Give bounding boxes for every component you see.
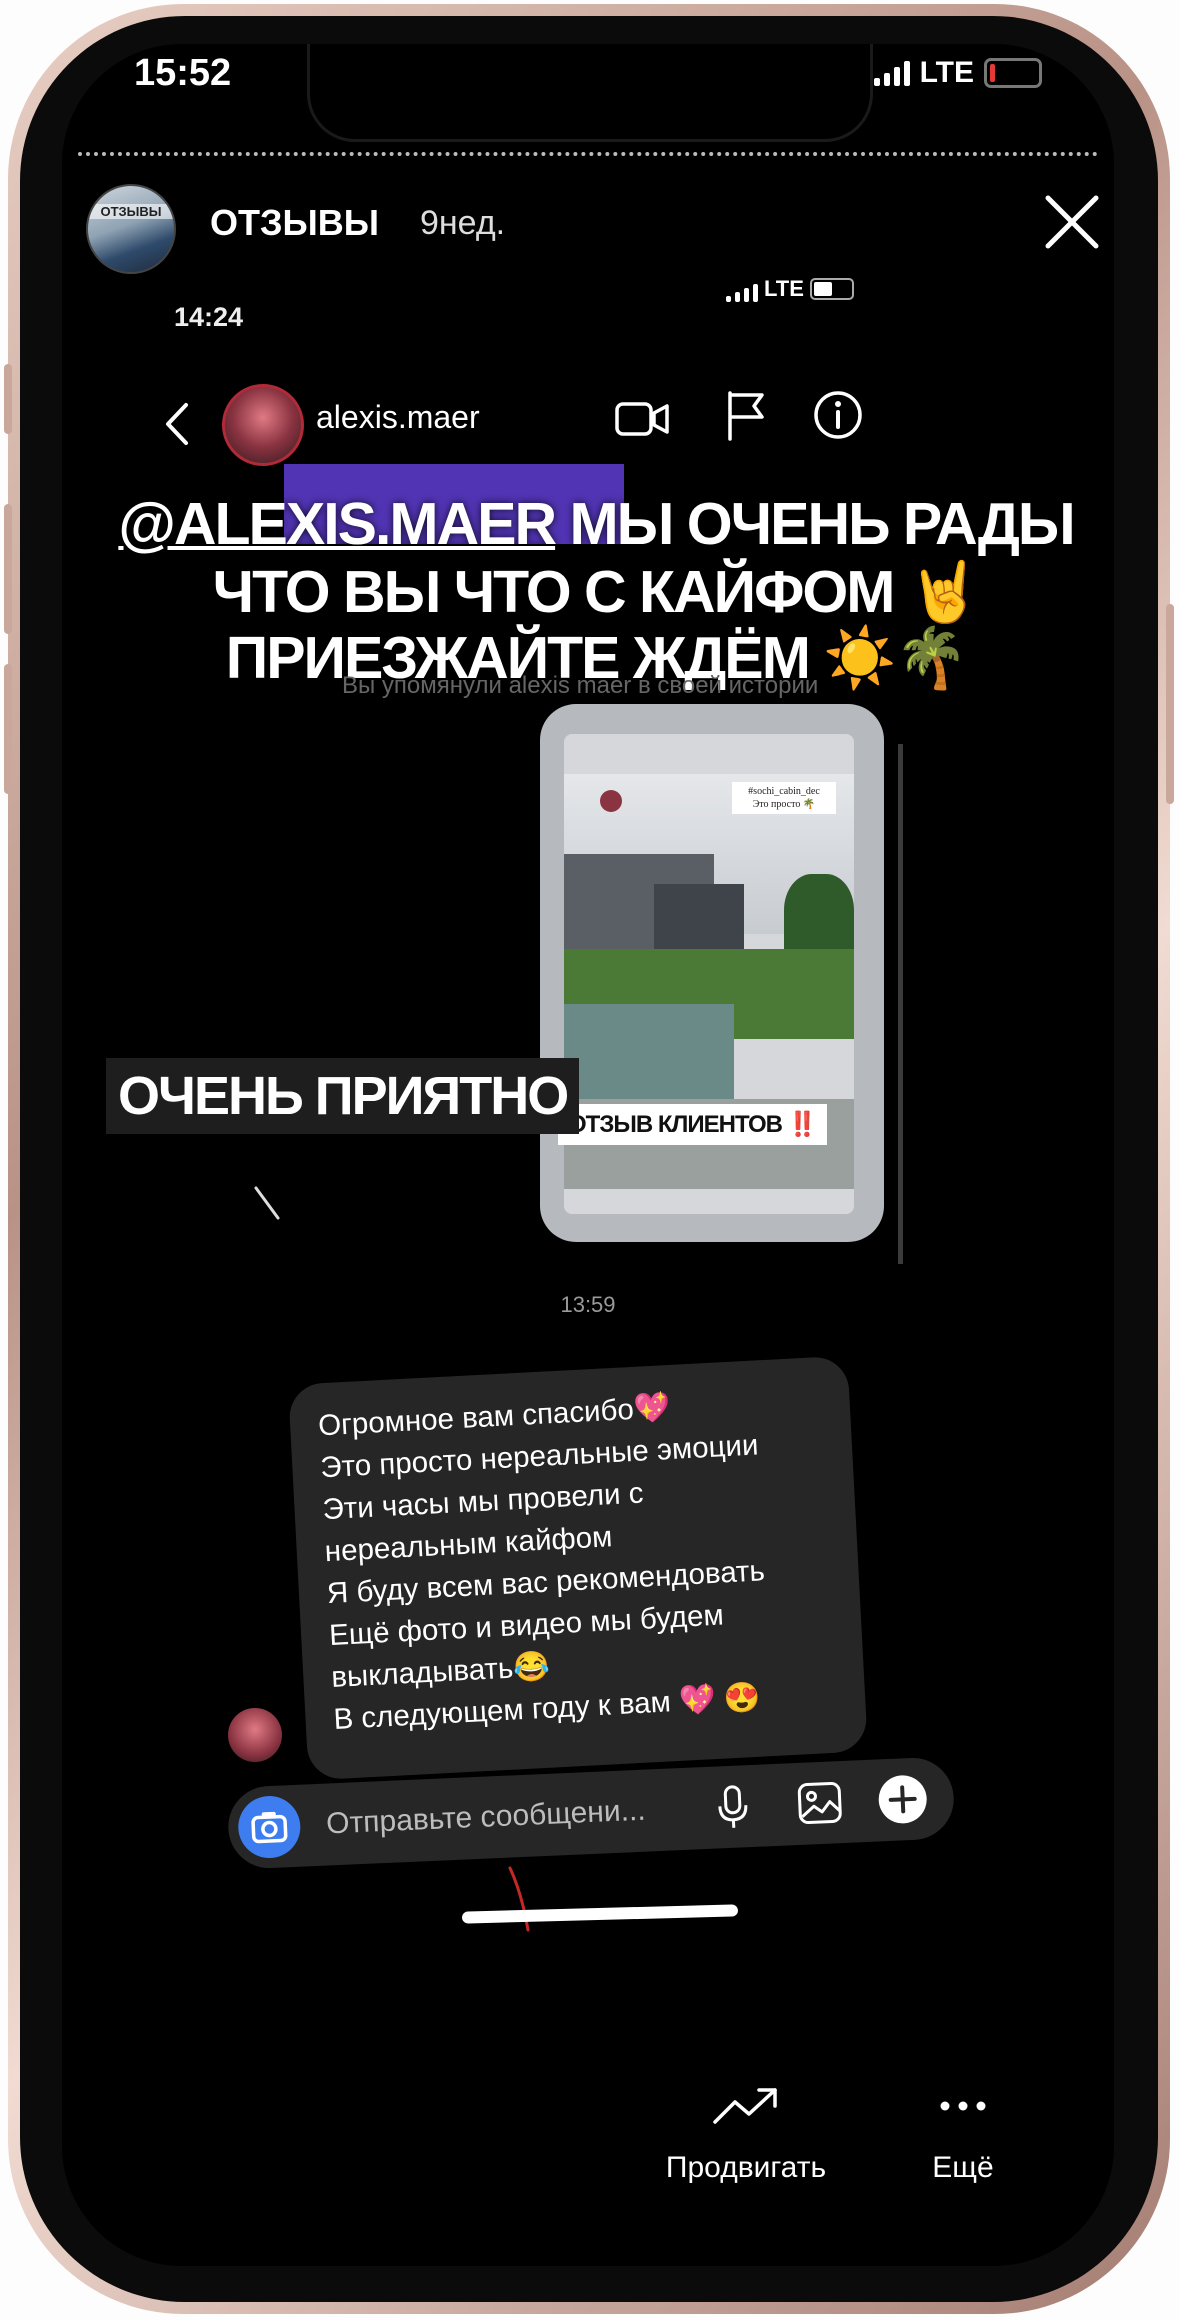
mention-note: Вы упомянули alexis maer в своей истории [342,672,819,699]
status-time: 15:52 [134,52,232,94]
more-dots-icon [940,2101,986,2111]
sender-avatar [228,1708,282,1762]
notch [307,44,873,142]
divider [898,744,903,1264]
info-icon [814,391,862,439]
caption-line-1-rest: МЫ ОЧЕНЬ РАДЫ [555,491,1075,557]
back-chevron-icon [166,403,188,445]
message-timestamp: 13:59 [560,1292,616,1317]
story-username[interactable]: ОТЗЫВЫ [210,202,379,244]
caption-line-1: @ALEXIS.MAER МЫ ОЧЕНЬ РАДЫ [104,490,1088,558]
trending-up-icon [713,2088,777,2124]
message-bubble: Огромное вам спасибо💖 Это просто нереаль… [288,1355,868,1781]
power-button [1166,604,1174,804]
caption-line-2: ЧТО ВЫ ЧТО С КАЙФОМ 🤘 [212,559,982,625]
shared-story-avatar [600,790,622,812]
more-button[interactable]: Ещё [908,2086,1018,2185]
status-indicators: LTE [873,56,1042,90]
chat-username: alexis.maer [316,399,480,435]
shared-story-card[interactable]: #sochi_cabin_dec Это просто 🌴 ОТЗЫВ КЛИЕ… [540,704,884,1242]
network-label: LTE [919,56,974,89]
story-avatar[interactable]: ОТЗЫВЫ [86,184,176,274]
message-input [323,1784,680,1850]
volume-down-button [4,664,12,794]
screenshot-status-time: 14:24 [174,302,244,332]
microphone-icon [718,1785,748,1828]
phone-screen: 15:52 LTE ОТЗЫВЫ ОТЗЫВЫ 9нед. 14:24 LTE … [62,44,1114,2266]
battery-icon [984,58,1042,88]
chat-avatar [222,384,304,466]
story-time-ago: 9нед. [420,204,506,242]
camera-icon [251,1811,288,1844]
screenshot-battery-icon [809,278,854,300]
screenshot-signal-icon [726,276,758,302]
close-icon[interactable] [1042,192,1102,252]
screenshot-status-indicators: LTE [726,276,854,302]
promote-button[interactable]: Продвигать [636,2086,856,2185]
overlay-caption: ОЧЕНЬ ПРИЯТНО [106,1058,580,1134]
camera-button [236,1794,302,1860]
doodle-mark [254,1186,280,1220]
sticker-line-1: #sochi_cabin_dec [748,786,820,797]
screenshot-network-label: LTE [764,276,804,301]
promote-label: Продвигать [665,2151,827,2184]
more-label: Ещё [932,2151,994,2184]
story-progress-bar [78,152,1098,156]
flag-icon [728,391,764,441]
shared-story-sticker: #sochi_cabin_dec Это просто 🌴 [732,782,836,814]
signal-icon [873,60,910,86]
gallery-icon [797,1781,842,1825]
story-avatar-text: ОТЗЫВЫ [88,204,174,219]
red-pen-mark [508,1866,530,1932]
shared-story-label: ОТЗЫВ КЛИЕНТОВ ‼️ [558,1104,827,1145]
mute-switch [4,364,12,434]
caption-mention[interactable]: @ALEXIS.MAER [118,491,557,557]
add-icon [878,1775,927,1824]
sticker-line-2: Это просто 🌴 [752,799,816,810]
volume-up-button [4,504,12,634]
video-call-icon [615,402,669,436]
